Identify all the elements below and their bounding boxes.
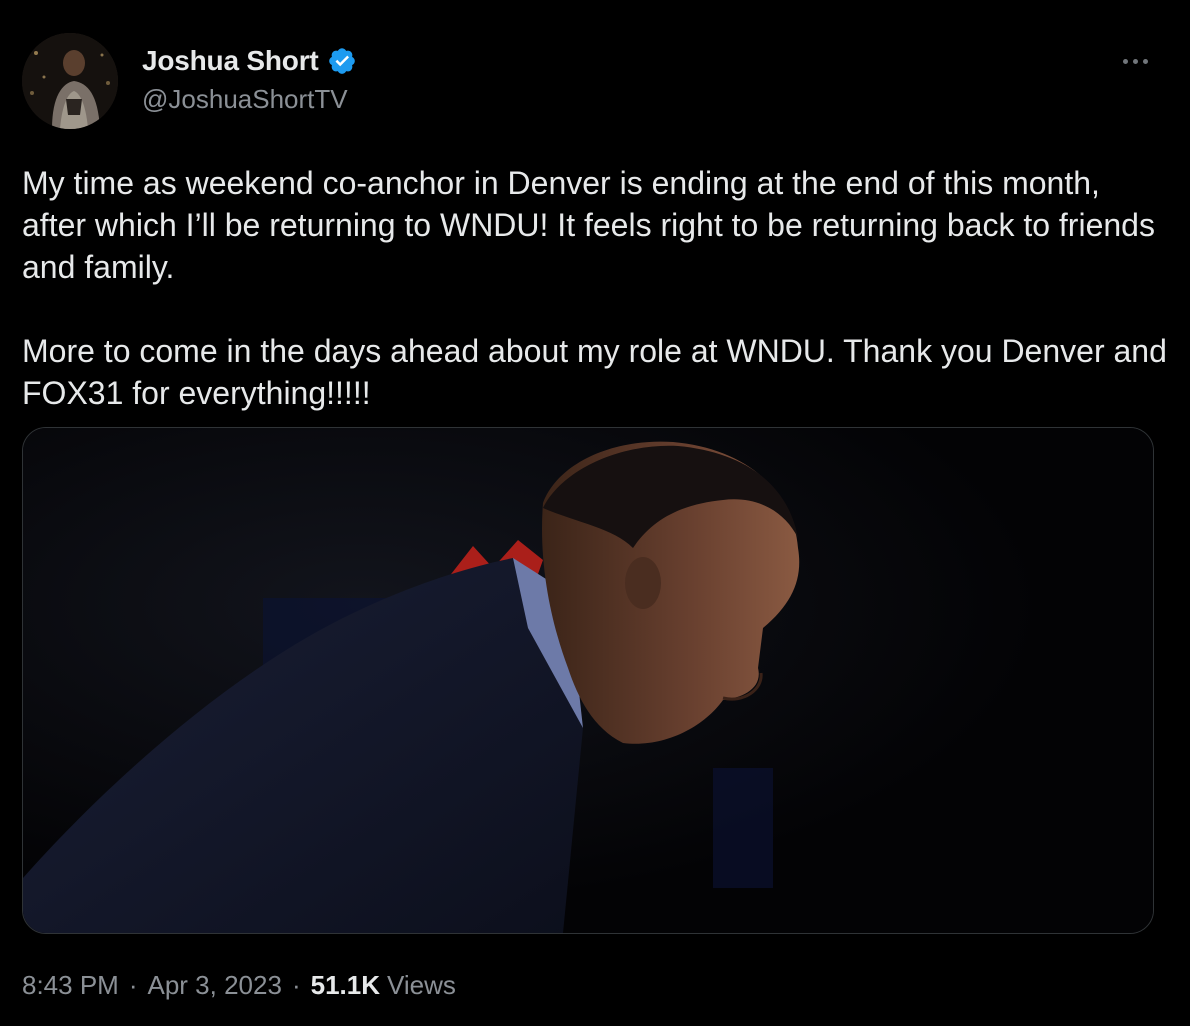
more-options-icon[interactable] <box>1114 46 1156 76</box>
tweet-timestamp-time[interactable]: 8:43 PM <box>22 970 119 1001</box>
tweet-timestamp-date[interactable]: Apr 3, 2023 <box>148 970 282 1001</box>
tweet-media-photo[interactable] <box>22 427 1154 934</box>
author-handle[interactable]: @JoshuaShortTV <box>142 84 357 115</box>
avatar-image <box>22 33 118 129</box>
media-image <box>23 428 1153 933</box>
meta-separator: · <box>291 970 301 1000</box>
author-block: Joshua Short @JoshuaShortTV <box>142 42 357 115</box>
meta-separator: · <box>128 970 138 1000</box>
tweet-text: My time as weekend co-anchor in Denver i… <box>22 165 1167 411</box>
author-display-name[interactable]: Joshua Short <box>142 45 319 77</box>
tweet: Joshua Short @JoshuaShortTV My time as w… <box>0 0 1190 1026</box>
verified-badge-icon <box>327 46 357 76</box>
views-count[interactable]: 51.1K <box>311 970 380 1001</box>
author-avatar[interactable] <box>22 33 118 129</box>
author-name-row: Joshua Short <box>142 42 357 80</box>
tweet-meta: 8:43 PM · Apr 3, 2023 · 51.1K Views <box>22 970 456 1001</box>
views-label: Views <box>387 970 456 1000</box>
